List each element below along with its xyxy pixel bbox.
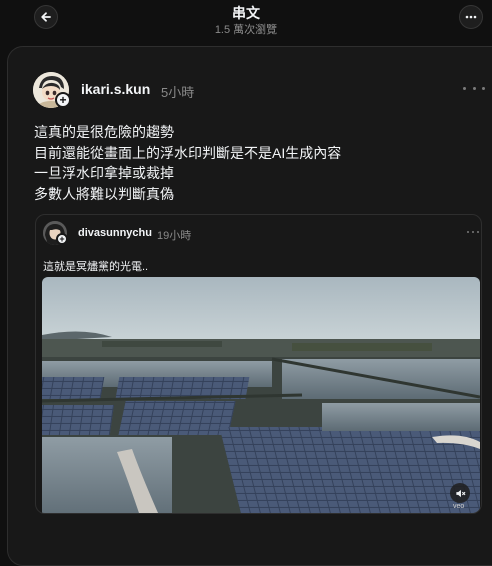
post-username[interactable]: ikari.s.kun	[81, 81, 150, 97]
mute-button[interactable]	[450, 483, 470, 503]
follow-plus-icon[interactable]: +	[55, 92, 71, 108]
video-frame-solar-farm	[42, 277, 480, 513]
view-count: 1.5 萬次瀏覽	[214, 24, 278, 36]
quoted-username[interactable]: divasunnychu	[78, 227, 152, 239]
post-body: 這真的是很危險的趨勢 目前還能從畫面上的浮水印判斷是不是AI生成內容 一旦浮水印…	[34, 122, 341, 204]
post-time: 5小時	[161, 85, 195, 100]
post-line: 這真的是很危險的趨勢	[34, 124, 174, 140]
more-horizontal-icon	[465, 15, 477, 19]
veo-watermark: veo	[453, 503, 465, 510]
video-player[interactable]: veo	[42, 277, 480, 513]
post-line: 多數人將難以判斷真偽	[34, 185, 174, 202]
quoted-text: 這就是冥燼黨的光電..	[43, 261, 149, 273]
page-title: 串文	[232, 5, 260, 21]
post-line: 目前還能從畫面上的浮水印判斷是不是AI生成內容	[34, 144, 342, 161]
quoted-follow-plus-icon[interactable]: +	[56, 233, 68, 245]
post-card: + ikari.s.kun 5小時 這真的是很危險的趨勢 目前還能從畫面上的浮水…	[7, 46, 492, 566]
quoted-post[interactable]: + divasunnychu 19小時 這就是冥燼黨的光電.. veo	[35, 214, 482, 514]
post-line: 一旦浮水印拿掉或裁掉	[34, 165, 174, 181]
speaker-muted-icon	[455, 489, 465, 497]
more-options-button[interactable]	[459, 5, 483, 29]
top-bar: 串文 1.5 萬次瀏覽	[0, 0, 492, 42]
quoted-more-icon[interactable]	[467, 229, 479, 235]
quoted-time: 19小時	[157, 230, 192, 242]
post-more-icon[interactable]	[463, 81, 485, 95]
